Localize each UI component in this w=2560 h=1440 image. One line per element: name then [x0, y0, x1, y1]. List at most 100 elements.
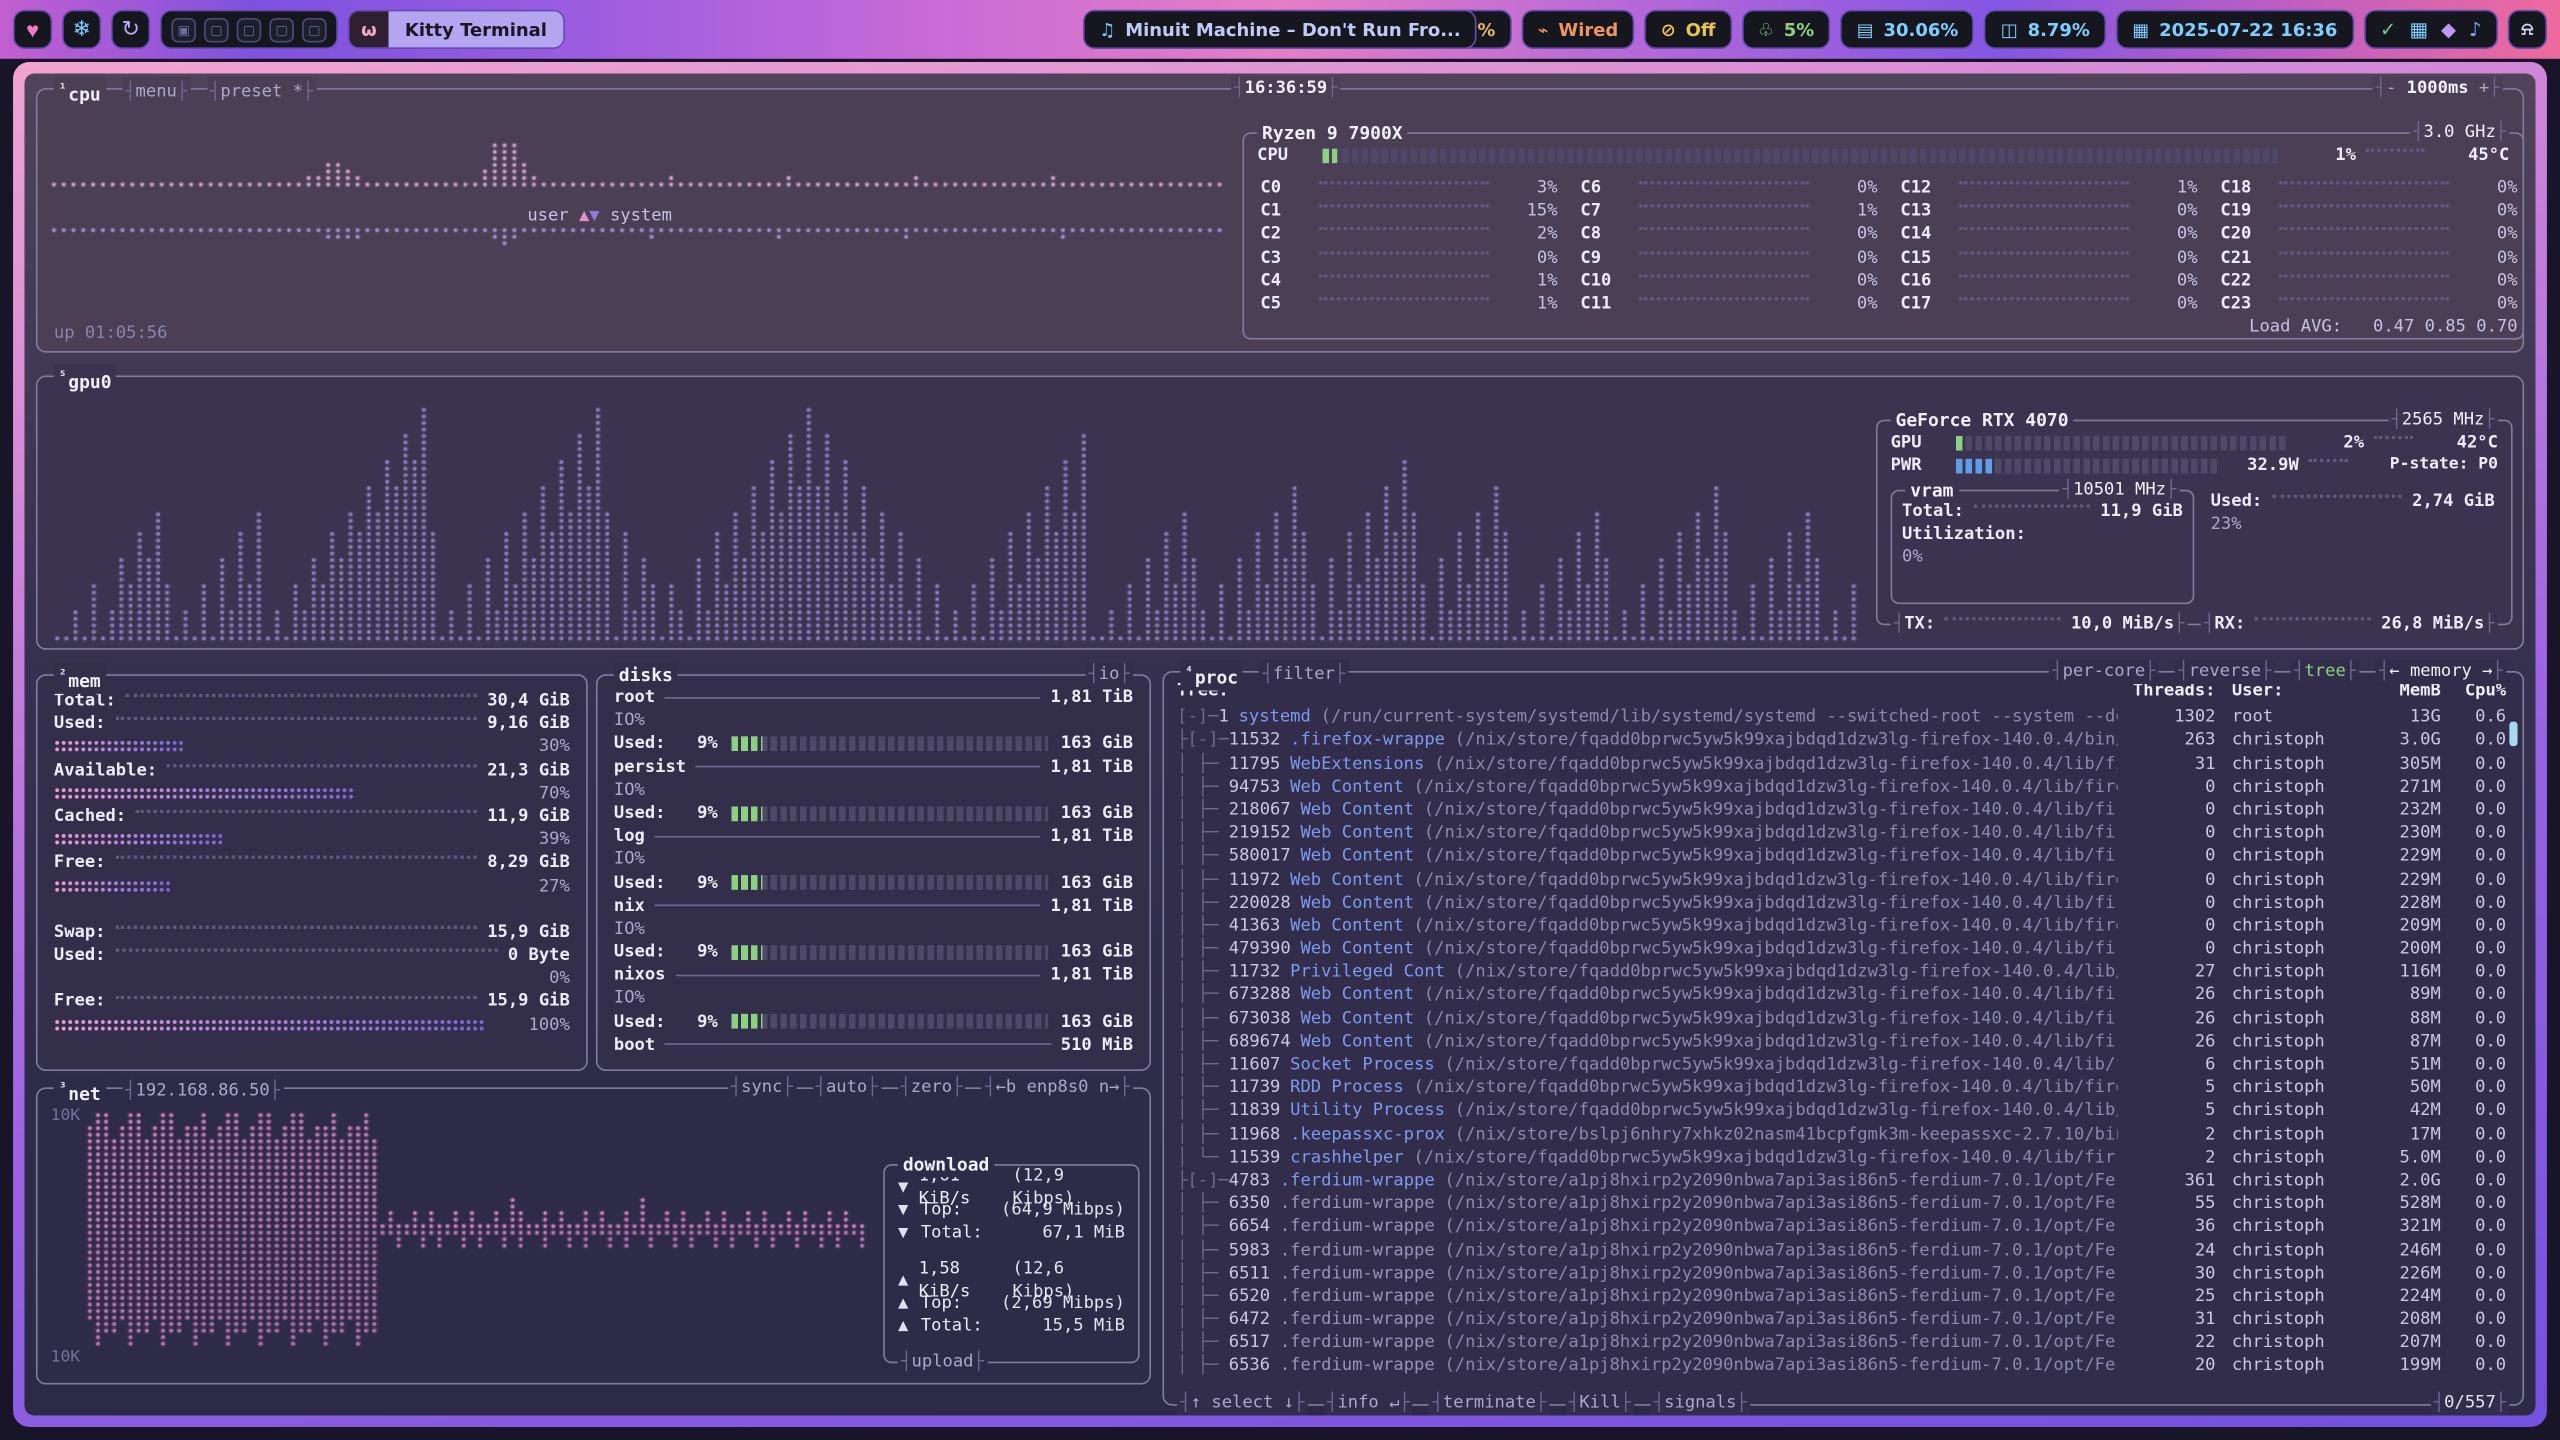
process-row[interactable]: │ ├─ 11739RDD Process(/nix/store/fqadd0b… — [1164, 1076, 2522, 1099]
process-row[interactable]: │ ├─ 11795WebExtensions(/nix/store/fqadd… — [1164, 752, 2522, 775]
process-row[interactable]: │ ├─ 6654.ferdium-wrappe(/nix/store/a1pj… — [1164, 1215, 2522, 1238]
filter-button[interactable]: filter — [1259, 660, 1348, 690]
tray-icon[interactable]: ✓ — [2380, 18, 2396, 41]
disk-used-bar — [731, 945, 1048, 960]
net-toggle[interactable]: zero — [897, 1076, 965, 1100]
workspace-button[interactable]: ▢ — [237, 17, 261, 41]
status-text: Wired — [1558, 19, 1618, 40]
music-widget[interactable]: ♫ Minuit Machine – Don't Run Fro... — [1083, 10, 1477, 49]
disk-entry[interactable]: root1,81 TiB IO% Used: 9% 163 GiB — [614, 686, 1133, 755]
net-rate-row: ▲ Top: (2,69 Mibps) — [898, 1291, 1125, 1314]
memory-panel: ²mem Total: 30,4 GiB — [36, 674, 588, 1071]
net-scale-top: 10K — [51, 1105, 80, 1128]
status-chip[interactable]: ◫ 8.79% — [1984, 10, 2106, 49]
refresh-interval-control[interactable]: - 1000ms + — [2372, 77, 2502, 101]
disk-entry[interactable]: boot510 MiB — [614, 1033, 1133, 1056]
process-row[interactable]: │ ├─ 41363Web Content(/nix/store/fqadd0b… — [1164, 914, 2522, 937]
disk-entry[interactable]: log1,81 TiB IO% Used: 9% 163 GiB — [614, 825, 1133, 894]
process-row[interactable]: │ ├─ 11972Web Content(/nix/store/fqadd0b… — [1164, 868, 2522, 891]
net-toggle[interactable]: auto — [812, 1076, 880, 1100]
tray-icon[interactable]: ♪ — [2469, 18, 2482, 41]
core-usage: C90% — [1580, 246, 1877, 269]
process-row[interactable]: │ ├─ 673038Web Content(/nix/store/fqadd0… — [1164, 1007, 2522, 1030]
gpu-usage-meter: GPU 2% 42°C — [1878, 431, 2511, 454]
list-position: 0/557 — [2431, 1391, 2510, 1415]
cpu-temperature: 45°C — [2434, 144, 2509, 167]
workspace-button[interactable]: ▣ — [171, 17, 195, 41]
process-row[interactable]: │ ├─ 6517.ferdium-wrappe(/nix/store/a1pj… — [1164, 1331, 2522, 1354]
launcher-button[interactable]: ↻ — [111, 10, 150, 49]
launcher-button[interactable]: ❄ — [62, 10, 101, 49]
proc-action-button[interactable]: info ↵ — [1324, 1391, 1413, 1415]
net-toggle[interactable]: ←b enp8s0 n→ — [982, 1076, 1133, 1100]
workspace-button[interactable]: ▢ — [302, 17, 326, 41]
workspace-button[interactable]: ▢ — [204, 17, 228, 41]
process-row[interactable]: │ └─ 11539crashhelper(/nix/store/fqadd0b… — [1164, 1146, 2522, 1169]
disk-used-bar — [731, 875, 1048, 890]
proc-toggle[interactable]: ← memory → — [2376, 660, 2506, 684]
process-row[interactable]: ├[-]─4783.ferdium-wrappe(/nix/store/a1pj… — [1164, 1169, 2522, 1192]
memory-stat-row: Total: 30,4 GiB — [54, 689, 570, 712]
process-row[interactable]: │ ├─ 6520.ferdium-wrappe(/nix/store/a1pj… — [1164, 1285, 2522, 1308]
disk-entry[interactable]: nixos1,81 TiB IO% Used: 9% 163 GiB — [614, 964, 1133, 1033]
menu-button[interactable]: menu — [122, 77, 190, 107]
notification-bell[interactable]: ⍾ — [2508, 10, 2547, 49]
proc-toggle[interactable]: per-core — [2049, 660, 2159, 684]
vram-total: 11,9 GiB — [2100, 500, 2183, 523]
memory-stat-row: Cached: 11,9 GiB 39% — [54, 805, 570, 851]
process-row[interactable]: [-]─1systemd(/run/current-system/systemd… — [1164, 706, 2522, 729]
gpu-panel-title: ⁵gpu0 — [54, 364, 117, 394]
proc-action-button[interactable]: signals — [1651, 1391, 1750, 1415]
process-row[interactable]: │ ├─ 11607Socket Process(/nix/store/fqad… — [1164, 1053, 2522, 1076]
process-row[interactable]: │ ├─ 673288Web Content(/nix/store/fqadd0… — [1164, 984, 2522, 1007]
process-row[interactable]: │ ├─ 94753Web Content(/nix/store/fqadd0b… — [1164, 775, 2522, 798]
memory-stat-row: Available: 21,3 GiB 70% — [54, 758, 570, 804]
status-chip[interactable]: ▤ 30.06% — [1840, 10, 1974, 49]
status-chip[interactable]: ♧ 5% — [1742, 10, 1831, 49]
kitty-terminal-chip[interactable]: ω Kitty Terminal — [348, 10, 565, 49]
system-tray: ✓ ▦ ◆ ♪ — [2364, 10, 2498, 49]
process-row[interactable]: │ ├─ 220028Web Content(/nix/store/fqadd0… — [1164, 891, 2522, 914]
status-text: Off — [1686, 19, 1716, 40]
tray-icon[interactable]: ◆ — [2441, 18, 2456, 41]
process-row[interactable]: │ ├─ 11968.keepassxc-prox(/nix/store/bsl… — [1164, 1123, 2522, 1146]
io-mode-toggle[interactable]: io — [1085, 663, 1133, 687]
process-row[interactable]: │ ├─ 11732Privileged Cont(/nix/store/fqa… — [1164, 960, 2522, 983]
net-rate-row: ▼ Top: (64,9 Mibps) — [898, 1199, 1125, 1222]
net-rates-box: download upload ▼ 1,61 KiB/s (12,9 Kibps… — [883, 1164, 1139, 1363]
launcher-button[interactable]: ♥ — [13, 10, 52, 49]
cpu-total-meter: CPU 1% 45°C — [1244, 144, 2522, 167]
proc-toggle[interactable]: reverse — [2175, 660, 2274, 684]
process-row[interactable]: │ ├─ 479390Web Content(/nix/store/fqadd0… — [1164, 937, 2522, 960]
net-toggle[interactable]: sync — [728, 1076, 796, 1100]
memory-meter — [54, 740, 485, 753]
process-row[interactable]: │ ├─ 6511.ferdium-wrappe(/nix/store/a1pj… — [1164, 1262, 2522, 1285]
process-row[interactable]: │ ├─ 218067Web Content(/nix/store/fqadd0… — [1164, 798, 2522, 821]
proc-action-button[interactable]: terminate — [1429, 1391, 1549, 1415]
disk-entry[interactable]: persist1,81 TiB IO% Used: 9% 163 GiB — [614, 755, 1133, 824]
process-row[interactable]: │ ├─ 689674Web Content(/nix/store/fqadd0… — [1164, 1030, 2522, 1053]
status-chip[interactable]: ▦ 2025-07-22 16:36 — [2116, 10, 2354, 49]
process-scrollbar[interactable] — [2509, 722, 2517, 746]
process-row[interactable]: │ ├─ 5983.ferdium-wrappe(/nix/store/a1pj… — [1164, 1238, 2522, 1261]
tray-icon[interactable]: ▦ — [2409, 18, 2428, 41]
process-row[interactable]: │ ├─ 219152Web Content(/nix/store/fqadd0… — [1164, 821, 2522, 844]
process-row[interactable]: │ ├─ 11839Utility Process(/nix/store/fqa… — [1164, 1099, 2522, 1122]
core-usage: C110% — [1580, 292, 1877, 315]
proc-toggle[interactable]: tree — [2291, 660, 2359, 684]
status-chip[interactable]: ⊘ Off — [1644, 10, 1731, 49]
workspace-button[interactable]: ▢ — [269, 17, 293, 41]
process-row[interactable]: │ ├─ 6472.ferdium-wrappe(/nix/store/a1pj… — [1164, 1308, 2522, 1331]
process-row[interactable]: │ ├─ 6536.ferdium-wrappe(/nix/store/a1pj… — [1164, 1354, 2522, 1377]
core-usage: C150% — [1900, 246, 2197, 269]
proc-action-button[interactable]: Kill — [1566, 1391, 1634, 1415]
preset-button[interactable]: preset * — [207, 77, 317, 107]
process-row[interactable]: │ ├─ 6350.ferdium-wrappe(/nix/store/a1pj… — [1164, 1192, 2522, 1215]
proc-action-button[interactable]: ↑ select ↓ — [1177, 1391, 1307, 1415]
process-row[interactable]: │ ├─ 580017Web Content(/nix/store/fqadd0… — [1164, 845, 2522, 868]
disk-entry[interactable]: nix1,81 TiB IO% Used: 9% 163 GiB — [614, 894, 1133, 963]
core-usage: C140% — [1900, 223, 2197, 246]
core-usage: C200% — [2220, 223, 2517, 246]
process-row[interactable]: ├[-]─11532.firefox-wrappe(/nix/store/fqa… — [1164, 729, 2522, 752]
status-chip[interactable]: ⌁ Wired — [1521, 10, 1634, 49]
